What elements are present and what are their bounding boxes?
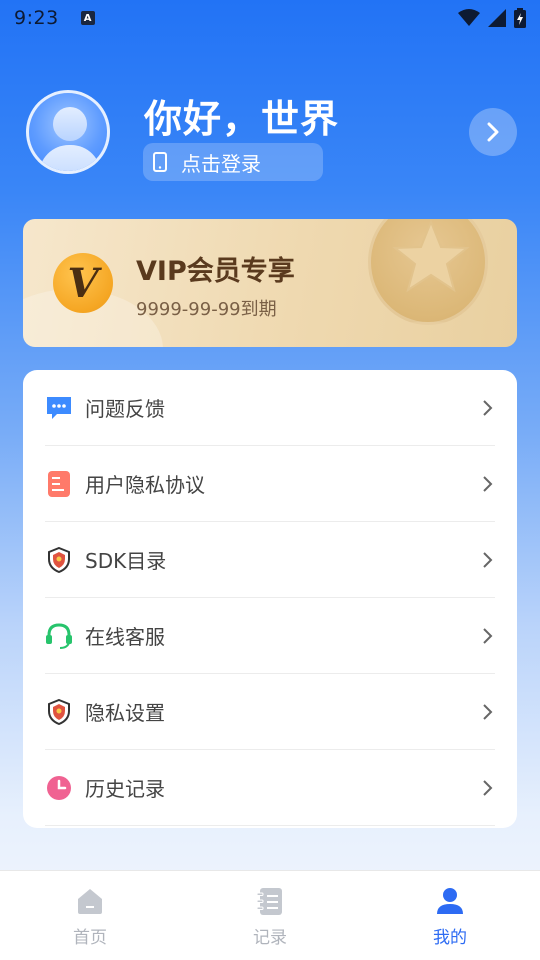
menu-item-privacy-agreement[interactable]: 用户隐私协议 bbox=[45, 446, 495, 522]
login-label: 点击登录 bbox=[181, 151, 261, 176]
bottom-tab-bar: 首页 记录 我的 bbox=[0, 870, 540, 960]
vip-badge-icon: V bbox=[53, 253, 113, 313]
battery-icon bbox=[514, 8, 526, 28]
profile-header: 你好，世界 点击登录 bbox=[0, 88, 540, 188]
notebook-icon bbox=[254, 885, 286, 917]
vip-badge-letter: V bbox=[67, 259, 99, 307]
profile-arrow-button[interactable] bbox=[469, 108, 517, 156]
clock-icon bbox=[45, 774, 73, 802]
chevron-right-icon bbox=[481, 474, 495, 494]
shield-icon bbox=[45, 546, 73, 574]
tab-mine[interactable]: 我的 bbox=[360, 871, 540, 960]
signal-icon bbox=[488, 9, 506, 27]
star-coin-icon bbox=[368, 219, 488, 325]
vip-title: VIP会员专享 bbox=[136, 256, 295, 287]
tab-label: 记录 bbox=[253, 928, 287, 948]
menu-item-label: 用户隐私协议 bbox=[85, 473, 205, 497]
vip-card[interactable]: V VIP会员专享 9999-99-99到期 bbox=[23, 219, 517, 347]
chat-bubble-icon bbox=[45, 394, 73, 422]
menu-item-label: 问题反馈 bbox=[85, 397, 165, 421]
avatar-head bbox=[53, 107, 87, 141]
menu-item-sdk-directory[interactable]: SDK目录 bbox=[45, 522, 495, 598]
avatar[interactable] bbox=[26, 90, 110, 174]
tab-label: 我的 bbox=[433, 928, 467, 948]
menu-item-feedback[interactable]: 问题反馈 bbox=[45, 370, 495, 446]
menu-item-label: SDK目录 bbox=[85, 549, 167, 573]
chevron-right-icon bbox=[481, 550, 495, 570]
menu-card: 问题反馈 用户隐私协议 SDK目录 在线客服 隐私设置 历史记录 bbox=[23, 370, 517, 828]
menu-item-online-service[interactable]: 在线客服 bbox=[45, 598, 495, 674]
home-icon bbox=[74, 885, 106, 917]
chevron-right-icon bbox=[481, 778, 495, 798]
tab-home[interactable]: 首页 bbox=[0, 871, 180, 960]
chevron-right-icon bbox=[481, 626, 495, 646]
chevron-right-icon bbox=[481, 702, 495, 722]
tab-label: 首页 bbox=[73, 928, 107, 948]
greeting-title: 你好，世界 bbox=[144, 97, 340, 141]
menu-item-label: 在线客服 bbox=[85, 625, 165, 649]
login-button[interactable]: 点击登录 bbox=[143, 143, 323, 181]
user-icon bbox=[434, 885, 466, 917]
wifi-icon bbox=[458, 9, 480, 26]
status-bar: 9:23 A bbox=[0, 0, 540, 36]
headset-icon bbox=[45, 622, 73, 650]
menu-item-history[interactable]: 历史记录 bbox=[45, 750, 495, 826]
menu-item-label: 隐私设置 bbox=[85, 701, 165, 725]
document-icon bbox=[45, 470, 73, 498]
tab-records[interactable]: 记录 bbox=[180, 871, 360, 960]
vip-expire-date: 9999-99-99到期 bbox=[136, 299, 277, 320]
chevron-right-icon bbox=[487, 122, 499, 142]
menu-item-privacy-settings[interactable]: 隐私设置 bbox=[45, 674, 495, 750]
chevron-right-icon bbox=[481, 398, 495, 418]
menu-item-label: 历史记录 bbox=[85, 777, 165, 801]
shield-icon bbox=[45, 698, 73, 726]
avatar-shoulders bbox=[39, 145, 101, 171]
phone-icon bbox=[153, 152, 167, 172]
notification-a-icon: A bbox=[80, 11, 95, 25]
status-icons bbox=[458, 8, 526, 28]
status-time: 9:23 bbox=[14, 7, 59, 29]
